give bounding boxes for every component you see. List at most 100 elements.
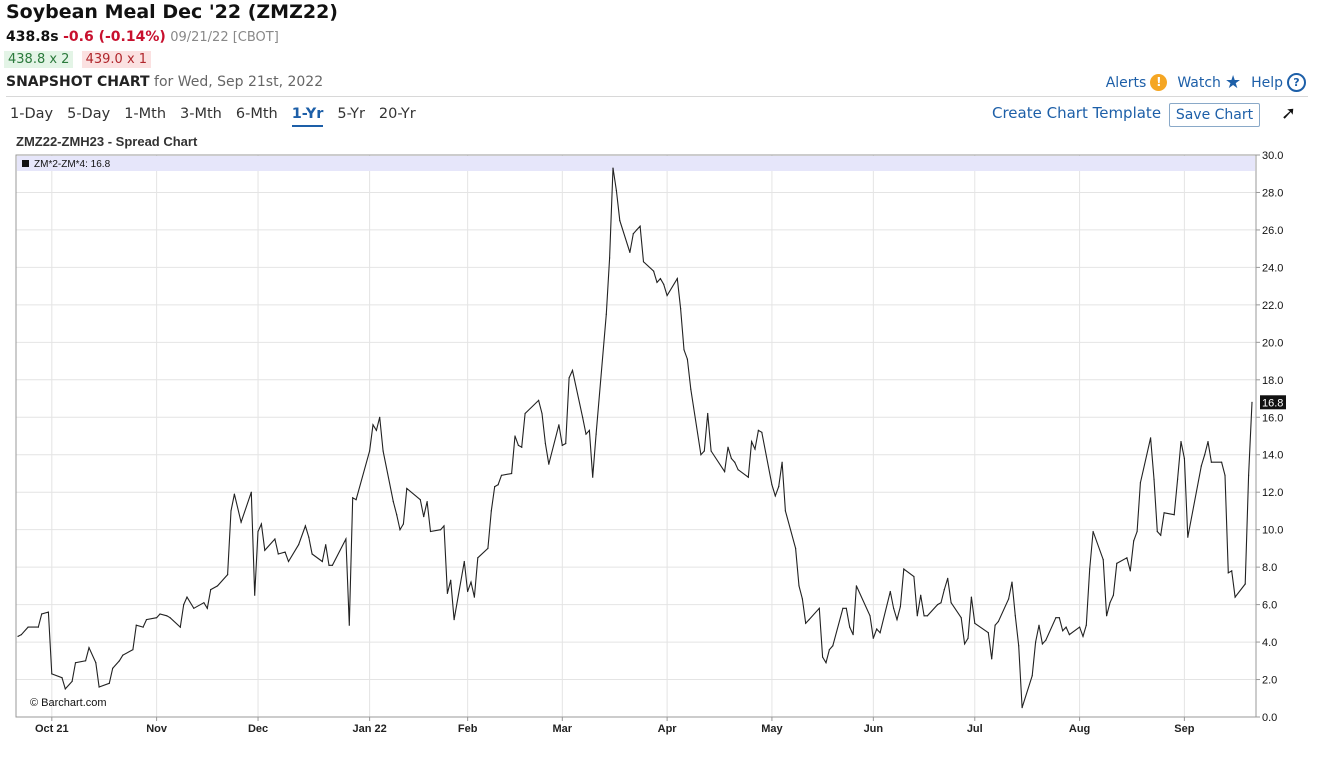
series-point [429, 530, 432, 533]
series-point [463, 560, 465, 563]
series-point [487, 547, 489, 550]
series-point [443, 525, 445, 527]
series-point [842, 607, 844, 609]
series-point [142, 626, 144, 628]
series-point [227, 574, 229, 576]
series-point [568, 377, 570, 379]
series-point [206, 607, 208, 609]
series-point [795, 547, 797, 550]
x-tick-label: Aug [1069, 723, 1090, 735]
series-point [960, 617, 962, 619]
series-point [585, 433, 587, 435]
y-tick-label: 4.0 [1262, 637, 1277, 649]
series-point [619, 220, 621, 222]
series-point [304, 525, 306, 527]
legend-swatch [22, 160, 29, 167]
series-point [61, 677, 63, 679]
legend-label: ZM*2-ZM*4: 16.8 [34, 159, 111, 170]
series-point [257, 530, 259, 533]
series-point [754, 448, 756, 450]
series-point [1244, 583, 1246, 585]
series-point [277, 553, 279, 555]
series-point [1102, 559, 1104, 561]
series-point [690, 388, 692, 390]
series-point [41, 613, 43, 615]
series-point [1041, 643, 1043, 645]
series-point [348, 624, 350, 626]
y-tick-label: 16.0 [1262, 412, 1283, 424]
series-point [230, 510, 232, 512]
series-point [325, 544, 327, 546]
series-point [135, 624, 137, 626]
series-point [832, 645, 834, 647]
series-point [1207, 441, 1209, 443]
series-point [321, 560, 323, 563]
series-point [517, 444, 520, 446]
series-point [845, 607, 847, 609]
series-point [1058, 617, 1060, 619]
series-point [950, 602, 952, 604]
series-point [1173, 514, 1175, 516]
series-point [544, 442, 547, 445]
series-point [889, 590, 891, 593]
series-point [676, 278, 678, 280]
y-tick-label: 22.0 [1262, 300, 1283, 312]
series-point [274, 538, 276, 540]
series-point [308, 536, 310, 538]
series-point [1055, 617, 1057, 619]
y-tick-label: 10.0 [1262, 525, 1283, 537]
series-point [264, 549, 266, 551]
series-point [828, 649, 831, 651]
series-point [156, 617, 158, 619]
series-point [47, 611, 50, 613]
series-point [423, 516, 425, 518]
y-tick-label: 12.0 [1262, 487, 1283, 499]
y-tick-label: 18.0 [1262, 375, 1283, 387]
series-point [379, 416, 381, 418]
series-point [757, 429, 760, 431]
series-point [345, 538, 347, 540]
series-point [1221, 461, 1223, 463]
series-point [1200, 465, 1202, 467]
series-point [1092, 530, 1094, 533]
series-point [1008, 598, 1010, 600]
x-axis: Oct 21 Nov Dec Jan 22 Feb Mar Apr May Jun Jul Aug S… [35, 717, 1195, 735]
series-point [396, 514, 398, 516]
series-point [747, 476, 749, 478]
series-point [216, 585, 219, 587]
series-point [1234, 596, 1236, 598]
series-point [112, 667, 114, 669]
series-point [903, 568, 905, 570]
series-point [855, 585, 858, 587]
legend-band [17, 156, 1255, 171]
series-point [446, 592, 448, 595]
spread-chart: ZM*2-ZM*4: 16.8 0.0 2.0 4.0 6.0 8.0 10.0 12.0 1… [15, 150, 1286, 735]
series-point [1068, 634, 1070, 636]
x-tick-label: Feb [458, 723, 478, 735]
series-point [656, 281, 658, 283]
series-point [571, 369, 574, 371]
series-point [399, 529, 401, 531]
y-tick-label: 28.0 [1262, 187, 1283, 199]
series-point [1163, 512, 1165, 514]
series-point [761, 431, 763, 433]
series-point [730, 457, 733, 460]
y-axis: 0.0 2.0 4.0 6.0 8.0 10.0 12.0 14.0 16.0 18.0 20.0 2… [1256, 150, 1283, 724]
series-point [1210, 461, 1212, 463]
series-point [771, 484, 773, 486]
series-point [825, 662, 827, 664]
series-point [893, 607, 895, 609]
series-point [1011, 581, 1013, 583]
series-point [592, 476, 594, 478]
series-point [331, 564, 333, 566]
series-point [524, 412, 526, 415]
series-point [605, 313, 607, 315]
series-point [467, 590, 469, 593]
series-point [872, 637, 874, 639]
series-point [639, 225, 641, 227]
series-point [686, 358, 689, 360]
series-point [382, 450, 384, 452]
x-tick-label: Nov [146, 723, 168, 735]
series-point [1160, 534, 1162, 536]
y-tick-label: 26.0 [1262, 225, 1283, 237]
